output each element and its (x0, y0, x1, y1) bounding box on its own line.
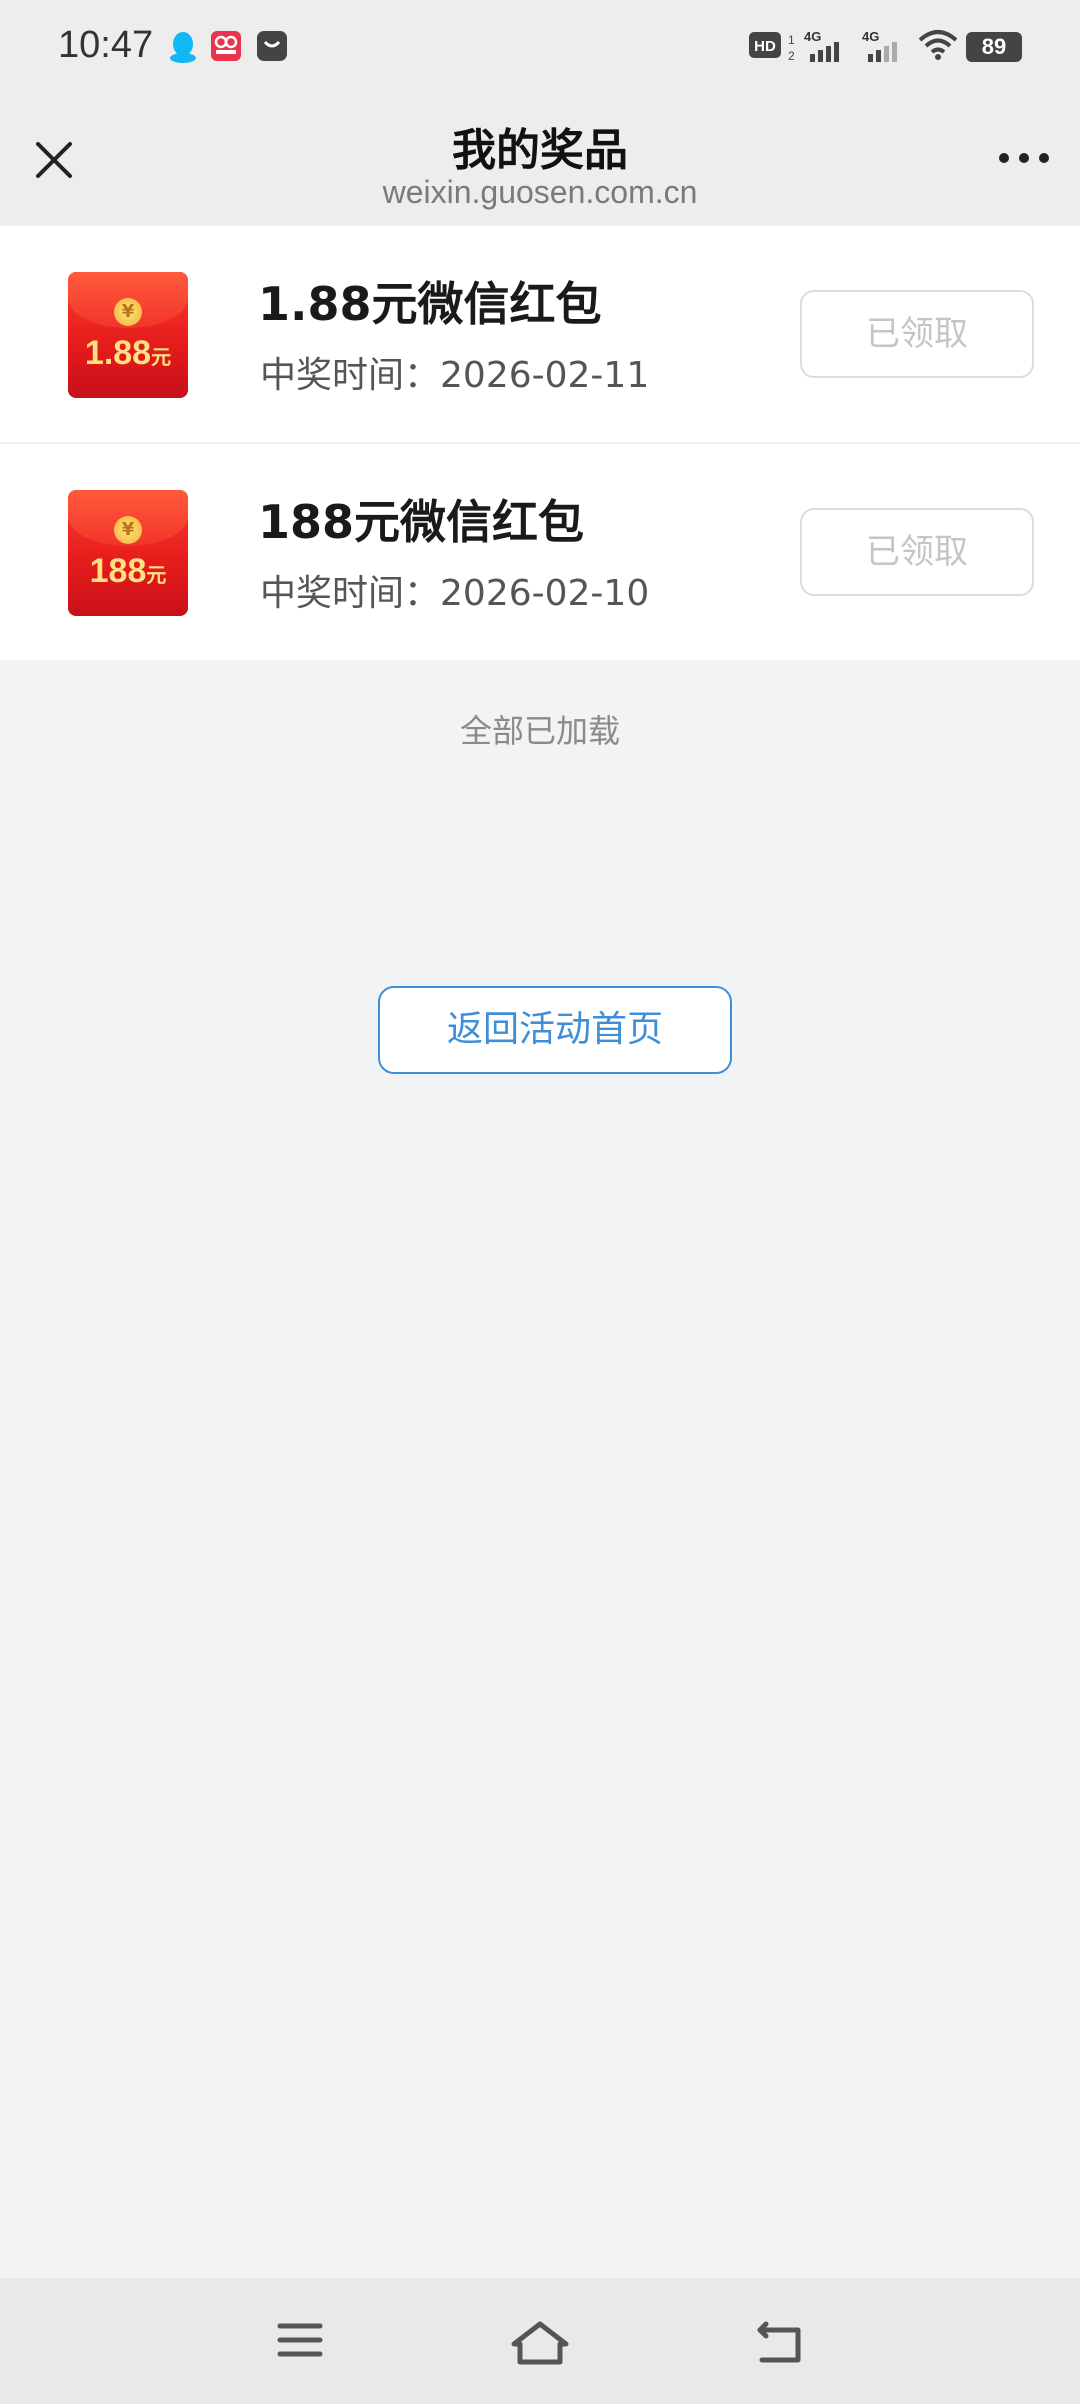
red-packet-icon: ¥ 1.88元 (68, 272, 188, 398)
battery-indicator: 89 (966, 32, 1022, 62)
wifi-icon (918, 30, 958, 60)
more-options-icon[interactable] (994, 146, 1054, 170)
prize-item: ¥ 188元 188元微信红包 中奖时间：2026-02-10 已领取 (0, 444, 1080, 660)
thumb-unit: 元 (146, 565, 167, 587)
prize-date: 2026-02-10 (440, 573, 650, 614)
prize-date-label: 中奖时间： (260, 573, 441, 614)
all-loaded-text: 全部已加载 (459, 712, 620, 750)
shopping-bag-icon (257, 31, 287, 61)
prize-list: ¥ 1.88元 1.88元微信红包 中奖时间：2026-02-11 已领取 ¥ … (0, 226, 1080, 660)
status-bar: 10:47 HD 1 2 4G 4G 89 (0, 0, 1080, 96)
red-packet-icon: ¥ 188元 (68, 490, 188, 616)
back-to-home-button[interactable]: 返回活动首页 (378, 986, 732, 1074)
signal-1: 4G (804, 28, 850, 70)
app-notification-icon (211, 31, 241, 61)
prize-title: 1.88元微信红包 (258, 277, 602, 331)
qq-icon (170, 32, 196, 63)
network-label-2: 4G (862, 29, 879, 44)
page-header: 我的奖品 weixin.guosen.com.cn (0, 96, 1080, 226)
claimed-button[interactable]: 已领取 (800, 508, 1034, 596)
home-icon[interactable] (508, 2318, 572, 2366)
prize-item: ¥ 1.88元 1.88元微信红包 中奖时间：2026-02-11 已领取 (0, 226, 1080, 444)
prize-date: 2026-02-11 (440, 355, 650, 396)
back-icon[interactable] (752, 2318, 808, 2366)
signal-icon: 4G (804, 29, 839, 62)
menu-icon[interactable] (276, 2318, 324, 2362)
prize-date-label: 中奖时间： (260, 355, 441, 396)
page-title: 我的奖品 (452, 125, 628, 176)
claimed-button[interactable]: 已领取 (800, 290, 1034, 378)
svg-text:2: 2 (788, 49, 795, 63)
hd-icon: HD 1 2 (749, 32, 795, 63)
network-label-1: 4G (804, 29, 821, 44)
svg-text:1: 1 (788, 33, 795, 47)
prize-title: 188元微信红包 (258, 495, 585, 549)
signal-2: 4G (862, 28, 908, 70)
svg-text:HD: HD (754, 38, 776, 55)
thumb-amount: 1.88 (84, 334, 152, 372)
signal-icon: 4G (862, 29, 897, 62)
status-time: 10:47 (58, 24, 154, 66)
thumb-unit: 元 (151, 347, 172, 369)
thumb-amount: 188 (89, 552, 147, 590)
page-domain: weixin.guosen.com.cn (382, 174, 698, 210)
system-navigation-bar (0, 2278, 1080, 2404)
